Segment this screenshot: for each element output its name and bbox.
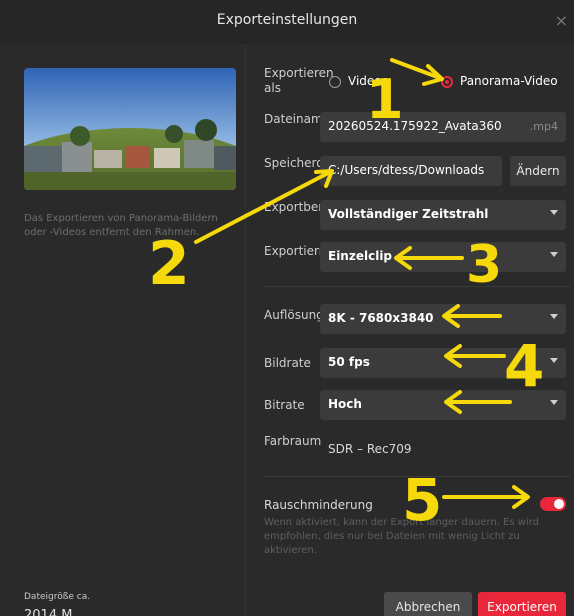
method-select[interactable]: Einzelclip xyxy=(320,242,566,272)
colorspace-label: Farbraum xyxy=(264,434,322,448)
bitrate-label: Bitrate xyxy=(264,398,305,412)
radio-videos[interactable] xyxy=(329,76,341,88)
bitrate-select[interactable]: Hoch xyxy=(320,390,566,420)
range-select[interactable]: Vollständiger Zeitstrahl xyxy=(320,200,566,230)
title-bar: Exporteinstellungen × xyxy=(0,0,574,44)
settings-panel: Exportieren als Videos Panorama-Video Da… xyxy=(246,44,574,616)
framerate-label: Bildrate xyxy=(264,356,311,370)
noise-reduction-label: Rauschminderung xyxy=(264,498,373,512)
framerate-value: 50 fps xyxy=(328,355,370,369)
chevron-down-icon xyxy=(550,210,558,215)
chevron-down-icon xyxy=(550,400,558,405)
chevron-down-icon xyxy=(550,358,558,363)
filename-extension: .mp4 xyxy=(529,120,558,133)
chevron-down-icon xyxy=(550,314,558,319)
file-size-value: 2014 M xyxy=(24,608,73,616)
colorspace-value: SDR – Rec709 xyxy=(328,442,412,456)
dialog-title: Exporteinstellungen xyxy=(216,12,358,28)
location-label: Speicherort xyxy=(264,156,334,170)
section-divider xyxy=(264,476,570,477)
radio-videos-label[interactable]: Videos xyxy=(348,74,388,88)
framerate-select[interactable]: 50 fps xyxy=(320,348,566,378)
noise-reduction-description: Wenn aktiviert, kann der Export länger d… xyxy=(264,517,540,556)
filename-value[interactable]: 20260524.175922_Avata360 xyxy=(328,119,502,133)
location-input[interactable]: C:/Users/dtess/Downloads xyxy=(320,156,502,186)
file-size-label: Dateigröße ca. xyxy=(24,592,91,602)
method-label: Exportiermeth... xyxy=(264,244,362,258)
radio-panorama-video[interactable] xyxy=(441,76,453,88)
export-button[interactable]: Exportieren xyxy=(478,592,566,616)
preview-panel: Das Exportieren von Panorama-Bildern ode… xyxy=(0,44,245,616)
noise-reduction-toggle[interactable] xyxy=(540,497,566,511)
panorama-thumbnail xyxy=(24,68,236,190)
chevron-down-icon xyxy=(550,252,558,257)
filename-label: Dateiname xyxy=(264,112,331,126)
section-divider xyxy=(264,286,570,287)
radio-panorama-label[interactable]: Panorama-Video xyxy=(460,74,558,88)
range-value: Vollständiger Zeitstrahl xyxy=(328,207,489,221)
cancel-button[interactable]: Abbrechen xyxy=(384,592,472,616)
export-note: Das Exportieren von Panorama-Bildern ode… xyxy=(24,213,218,238)
resolution-value: 8K - 7680x3840 xyxy=(328,311,434,325)
location-value[interactable]: C:/Users/dtess/Downloads xyxy=(328,163,484,177)
bitrate-value: Hoch xyxy=(328,397,362,411)
export-as-label: Exportieren als xyxy=(264,66,334,95)
resolution-label: Auflösung xyxy=(264,308,324,322)
close-icon[interactable]: × xyxy=(555,11,568,30)
range-label: Exportbereich xyxy=(264,200,348,214)
resolution-select[interactable]: 8K - 7680x3840 xyxy=(320,304,566,334)
method-value: Einzelclip xyxy=(328,249,393,263)
filename-input[interactable]: 20260524.175922_Avata360 .mp4 xyxy=(320,112,566,142)
change-location-button[interactable]: Ändern xyxy=(510,156,566,186)
